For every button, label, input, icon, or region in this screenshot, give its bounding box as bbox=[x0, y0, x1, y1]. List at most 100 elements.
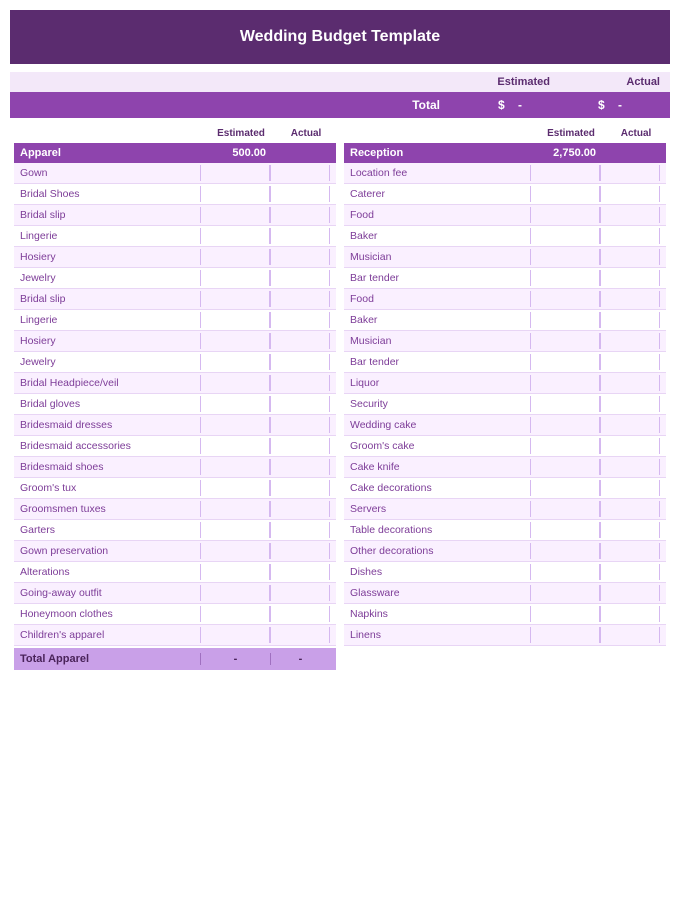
apparel-item-estimated[interactable] bbox=[200, 627, 270, 643]
reception-item-estimated[interactable] bbox=[530, 585, 600, 601]
reception-item-actual[interactable] bbox=[600, 438, 660, 454]
reception-item-actual[interactable] bbox=[600, 522, 660, 538]
reception-item-actual[interactable] bbox=[600, 627, 660, 643]
reception-item-actual[interactable] bbox=[600, 333, 660, 349]
apparel-item-name: Lingerie bbox=[20, 314, 200, 326]
reception-item-actual[interactable] bbox=[600, 186, 660, 202]
apparel-item-actual[interactable] bbox=[270, 354, 330, 370]
apparel-item-actual[interactable] bbox=[270, 585, 330, 601]
apparel-item-actual[interactable] bbox=[270, 480, 330, 496]
reception-item-actual[interactable] bbox=[600, 606, 660, 622]
reception-item-name: Bar tender bbox=[350, 356, 530, 368]
reception-item-estimated[interactable] bbox=[530, 480, 600, 496]
apparel-item-actual[interactable] bbox=[270, 165, 330, 181]
reception-item-estimated[interactable] bbox=[530, 438, 600, 454]
apparel-item-actual[interactable] bbox=[270, 438, 330, 454]
apparel-item-estimated[interactable] bbox=[200, 270, 270, 286]
reception-item-estimated[interactable] bbox=[530, 564, 600, 580]
reception-item-actual[interactable] bbox=[600, 270, 660, 286]
apparel-item-actual[interactable] bbox=[270, 564, 330, 580]
apparel-item-actual[interactable] bbox=[270, 417, 330, 433]
apparel-item-actual[interactable] bbox=[270, 522, 330, 538]
apparel-item-actual[interactable] bbox=[270, 291, 330, 307]
reception-item-estimated[interactable] bbox=[530, 543, 600, 559]
apparel-row: Bridal Shoes bbox=[14, 184, 336, 205]
reception-item-estimated[interactable] bbox=[530, 207, 600, 223]
apparel-item-estimated[interactable] bbox=[200, 291, 270, 307]
apparel-item-actual[interactable] bbox=[270, 501, 330, 517]
reception-item-estimated[interactable] bbox=[530, 522, 600, 538]
reception-item-estimated[interactable] bbox=[530, 606, 600, 622]
reception-item-actual[interactable] bbox=[600, 501, 660, 517]
reception-item-estimated[interactable] bbox=[530, 396, 600, 412]
reception-item-estimated[interactable] bbox=[530, 249, 600, 265]
reception-item-actual[interactable] bbox=[600, 165, 660, 181]
apparel-item-actual[interactable] bbox=[270, 375, 330, 391]
reception-item-estimated[interactable] bbox=[530, 354, 600, 370]
apparel-item-name: Going-away outfit bbox=[20, 587, 200, 599]
reception-item-actual[interactable] bbox=[600, 312, 660, 328]
apparel-item-estimated[interactable] bbox=[200, 396, 270, 412]
reception-item-estimated[interactable] bbox=[530, 501, 600, 517]
apparel-item-estimated[interactable] bbox=[200, 501, 270, 517]
tables-row: Estimated Actual Apparel 500.00 Gown Bri… bbox=[10, 126, 670, 670]
apparel-item-actual[interactable] bbox=[270, 207, 330, 223]
reception-item-estimated[interactable] bbox=[530, 459, 600, 475]
reception-item-actual[interactable] bbox=[600, 543, 660, 559]
apparel-item-actual[interactable] bbox=[270, 606, 330, 622]
apparel-item-estimated[interactable] bbox=[200, 522, 270, 538]
reception-row: Location fee bbox=[344, 163, 666, 184]
apparel-item-actual[interactable] bbox=[270, 459, 330, 475]
reception-item-estimated[interactable] bbox=[530, 417, 600, 433]
apparel-item-estimated[interactable] bbox=[200, 312, 270, 328]
reception-item-actual[interactable] bbox=[600, 396, 660, 412]
apparel-item-actual[interactable] bbox=[270, 249, 330, 265]
reception-item-actual[interactable] bbox=[600, 375, 660, 391]
apparel-item-estimated[interactable] bbox=[200, 228, 270, 244]
apparel-item-estimated[interactable] bbox=[200, 417, 270, 433]
reception-item-estimated[interactable] bbox=[530, 312, 600, 328]
reception-item-estimated[interactable] bbox=[530, 291, 600, 307]
reception-item-estimated[interactable] bbox=[530, 270, 600, 286]
apparel-item-actual[interactable] bbox=[270, 333, 330, 349]
reception-item-name: Linens bbox=[350, 629, 530, 641]
reception-item-estimated[interactable] bbox=[530, 228, 600, 244]
reception-item-estimated[interactable] bbox=[530, 375, 600, 391]
apparel-item-actual[interactable] bbox=[270, 270, 330, 286]
reception-item-actual[interactable] bbox=[600, 585, 660, 601]
reception-item-actual[interactable] bbox=[600, 564, 660, 580]
apparel-item-actual[interactable] bbox=[270, 228, 330, 244]
reception-item-estimated[interactable] bbox=[530, 627, 600, 643]
apparel-item-estimated[interactable] bbox=[200, 606, 270, 622]
reception-item-actual[interactable] bbox=[600, 207, 660, 223]
reception-item-estimated[interactable] bbox=[530, 165, 600, 181]
apparel-item-estimated[interactable] bbox=[200, 480, 270, 496]
apparel-item-estimated[interactable] bbox=[200, 207, 270, 223]
reception-item-estimated[interactable] bbox=[530, 186, 600, 202]
apparel-item-actual[interactable] bbox=[270, 312, 330, 328]
apparel-item-name: Bridesmaid shoes bbox=[20, 461, 200, 473]
reception-item-actual[interactable] bbox=[600, 228, 660, 244]
apparel-item-estimated[interactable] bbox=[200, 585, 270, 601]
apparel-item-actual[interactable] bbox=[270, 627, 330, 643]
reception-item-estimated[interactable] bbox=[530, 333, 600, 349]
apparel-item-estimated[interactable] bbox=[200, 375, 270, 391]
apparel-item-estimated[interactable] bbox=[200, 564, 270, 580]
reception-item-actual[interactable] bbox=[600, 291, 660, 307]
apparel-item-estimated[interactable] bbox=[200, 333, 270, 349]
apparel-item-estimated[interactable] bbox=[200, 543, 270, 559]
reception-item-actual[interactable] bbox=[600, 459, 660, 475]
apparel-item-estimated[interactable] bbox=[200, 459, 270, 475]
apparel-item-actual[interactable] bbox=[270, 543, 330, 559]
reception-item-actual[interactable] bbox=[600, 354, 660, 370]
apparel-item-estimated[interactable] bbox=[200, 354, 270, 370]
reception-item-actual[interactable] bbox=[600, 480, 660, 496]
apparel-item-estimated[interactable] bbox=[200, 165, 270, 181]
apparel-item-estimated[interactable] bbox=[200, 186, 270, 202]
reception-item-actual[interactable] bbox=[600, 417, 660, 433]
apparel-item-actual[interactable] bbox=[270, 396, 330, 412]
apparel-item-estimated[interactable] bbox=[200, 438, 270, 454]
apparel-item-actual[interactable] bbox=[270, 186, 330, 202]
reception-item-actual[interactable] bbox=[600, 249, 660, 265]
apparel-item-estimated[interactable] bbox=[200, 249, 270, 265]
